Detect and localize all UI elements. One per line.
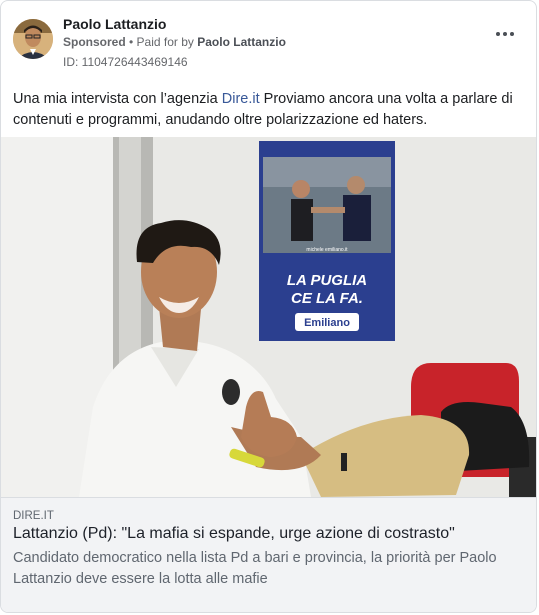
poster-brand: Emiliano [304, 317, 350, 329]
sponsored-label: Sponsored [63, 35, 126, 49]
page-name[interactable]: Paolo Lattanzio [63, 16, 166, 32]
more-options-icon[interactable] [494, 23, 516, 45]
paid-for-by: Paolo Lattanzio [197, 35, 286, 49]
post-text-link[interactable]: Dire.it [222, 91, 260, 107]
post-text: Una mia intervista con l’agenzia Dire.it… [13, 89, 525, 131]
poster-headline-2: CE LA FA. [291, 290, 363, 307]
poster-headline-1: LA PUGLIA [287, 272, 367, 289]
campaign-poster: michele emiliano.it LA PUGLIA CE LA FA. … [259, 141, 395, 341]
post-text-start: Una mia intervista con l’agenzia [13, 91, 222, 107]
paid-for-prefix: • Paid for by [125, 35, 198, 49]
sponsored-post-card: Paolo Lattanzio Sponsored • Paid for by … [0, 0, 537, 613]
poster-small-text: michele emiliano.it [306, 247, 348, 253]
link-preview[interactable]: DIRE.IT Lattanzio (Pd): "La mafia si esp… [1, 497, 536, 612]
link-description: Candidato democratico nella lista Pd a b… [13, 550, 497, 587]
avatar[interactable] [13, 19, 53, 59]
post-photo[interactable]: michele emiliano.it LA PUGLIA CE LA FA. … [1, 137, 537, 497]
post-header: Paolo Lattanzio Sponsored • Paid for by … [13, 13, 524, 69]
ad-id: ID: 1104726443469146 [63, 55, 188, 69]
link-domain: DIRE.IT [13, 510, 54, 522]
sponsor-line: Sponsored • Paid for by Paolo Lattanzio [63, 35, 286, 49]
link-title[interactable]: Lattanzio (Pd): "La mafia si espande, ur… [13, 525, 455, 543]
